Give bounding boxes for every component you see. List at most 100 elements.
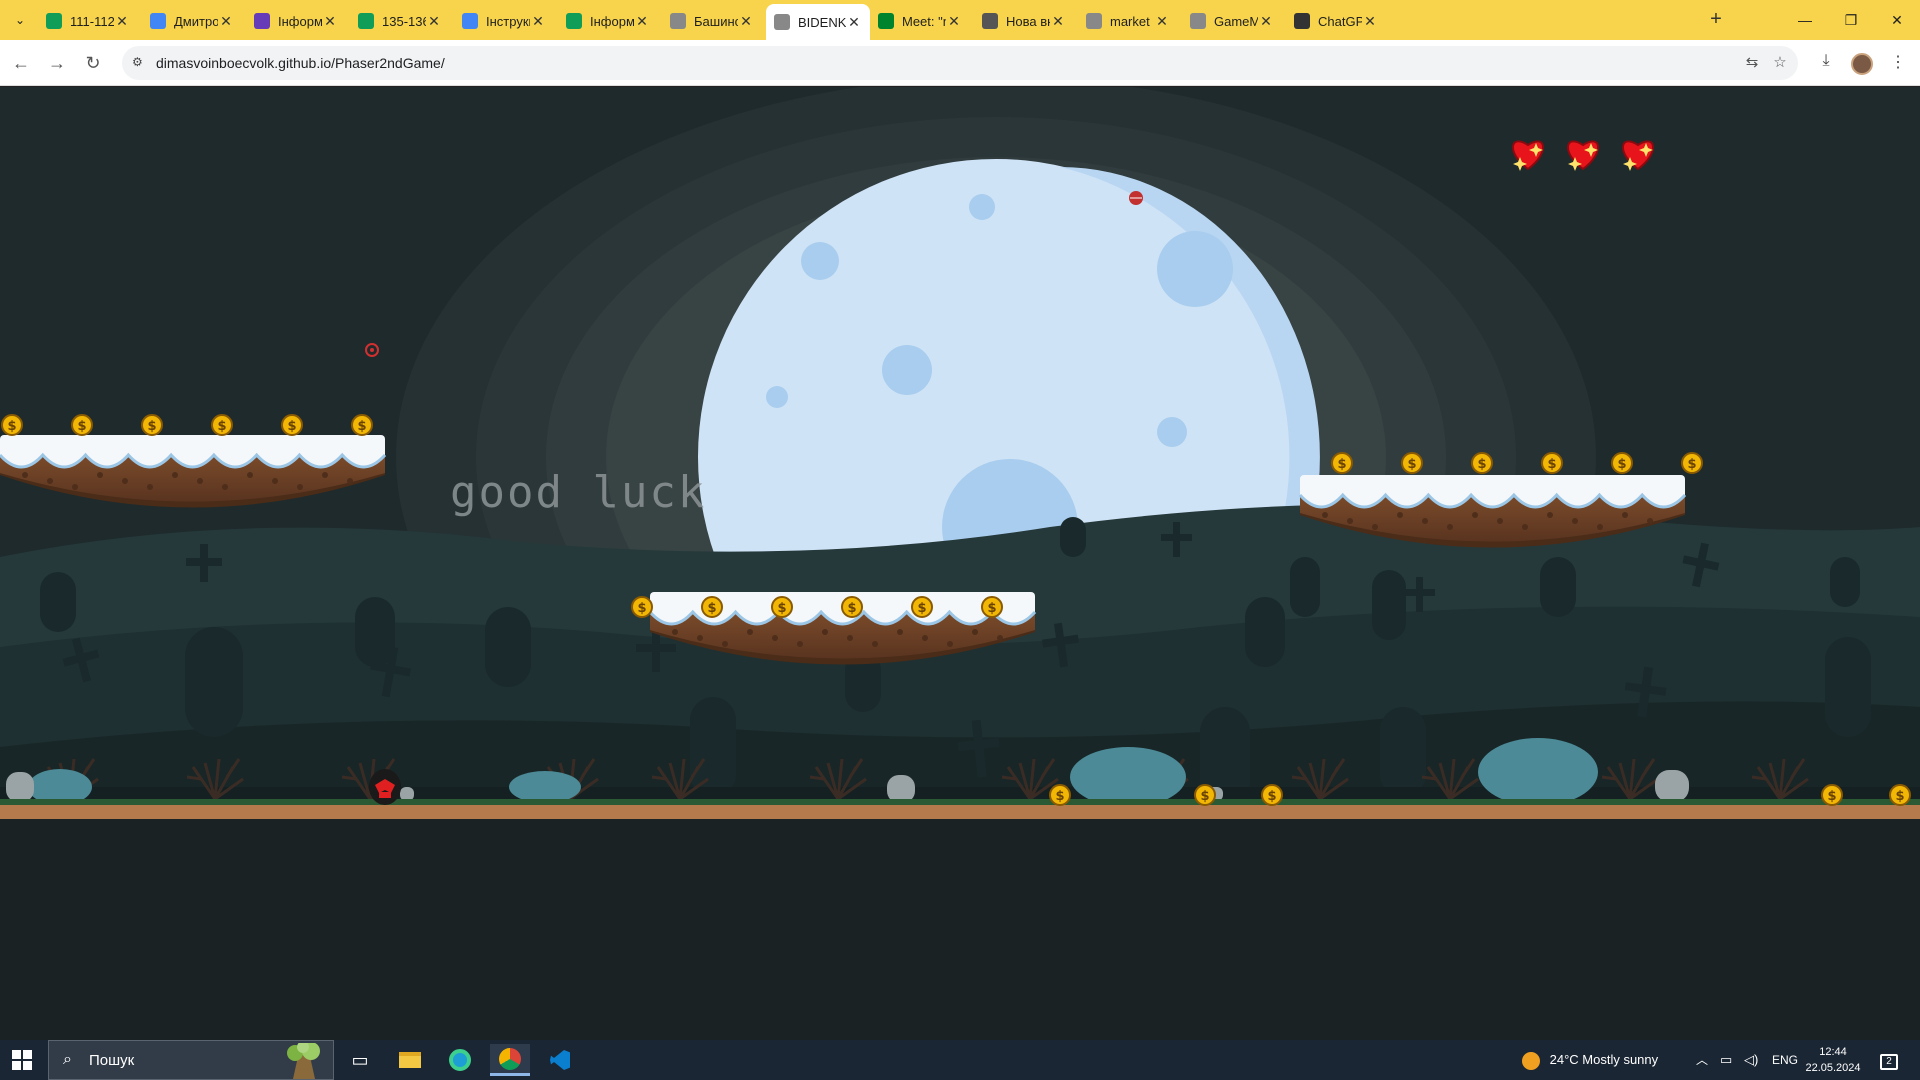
svg-text:$: $ xyxy=(637,601,646,616)
tab-title: Дмитро Бі xyxy=(174,13,218,29)
tab-close-icon[interactable]: ✕ xyxy=(114,13,130,30)
tab-close-icon[interactable]: ✕ xyxy=(634,13,650,30)
menu-kebab-icon[interactable]: ⋮ xyxy=(1887,52,1909,74)
svg-text:$: $ xyxy=(917,601,926,616)
tab-title: Інформац xyxy=(278,13,322,29)
tab-close-icon[interactable]: ✕ xyxy=(322,13,338,30)
volume-icon[interactable]: ◁) xyxy=(1744,1040,1758,1080)
globe-icon xyxy=(670,13,686,29)
search-placeholder: Пошук xyxy=(89,1052,135,1069)
chrome-icon xyxy=(982,13,998,29)
browser-tab[interactable]: Інструкці✕ xyxy=(454,6,554,36)
svg-text:$: $ xyxy=(357,419,366,434)
coin-icon: $ xyxy=(1,414,23,436)
browser-tab[interactable]: market ✕ xyxy=(1078,6,1178,36)
browser-tab[interactable]: GameMarl✕ xyxy=(1182,6,1282,36)
back-button[interactable]: ← xyxy=(8,50,34,76)
svg-text:$: $ xyxy=(1547,457,1556,472)
file-explorer-icon[interactable] xyxy=(390,1044,430,1076)
browser-tab[interactable]: Дмитро Бі✕ xyxy=(142,6,242,36)
browser-tab[interactable]: ChatGPT✕ xyxy=(1286,6,1386,36)
taskbar-search-box[interactable]: ⌕ Пошук xyxy=(48,1040,334,1080)
browser-toolbar: ← → ↻ ⚙ dimasvoinboecvolk.github.io/Phas… xyxy=(0,40,1920,86)
classroom-icon xyxy=(46,13,62,29)
tab-close-icon[interactable]: ✕ xyxy=(1362,13,1378,30)
coin-icon: $ xyxy=(631,596,653,618)
docs-icon xyxy=(462,13,478,29)
browser-tab[interactable]: Інформац✕ xyxy=(558,6,658,36)
language-indicator[interactable]: ENG xyxy=(1772,1040,1798,1080)
svg-text:$: $ xyxy=(1337,457,1346,472)
new-tab-button[interactable]: + xyxy=(1704,8,1728,32)
system-clock[interactable]: 12:44 22.05.2024 xyxy=(1800,1044,1866,1076)
heart-life-icon xyxy=(1567,140,1599,171)
svg-text:$: $ xyxy=(1407,457,1416,472)
translate-icon[interactable]: ⇆ xyxy=(1742,53,1762,73)
site-info-icon[interactable]: ⚙ xyxy=(132,55,148,71)
windows-taskbar: ⌕ Пошук ▭ 24°C Mostly sunny ︿ ▭ ◁) ENG 1… xyxy=(0,1040,1920,1080)
globe-icon xyxy=(1190,13,1206,29)
tab-close-icon[interactable]: ✕ xyxy=(738,13,754,30)
browser-tab[interactable]: Башинськ✕ xyxy=(662,6,762,36)
clock-time: 12:44 xyxy=(1819,1046,1847,1058)
svg-text:$: $ xyxy=(1477,457,1486,472)
downloads-icon[interactable]: ⤓ xyxy=(1815,52,1837,74)
reload-button[interactable]: ↻ xyxy=(80,50,106,76)
coin-icon: $ xyxy=(1681,452,1703,474)
svg-text:$: $ xyxy=(147,419,156,434)
show-hidden-icons-chevron-icon[interactable]: ︿ xyxy=(1696,1040,1708,1080)
forward-button[interactable]: → xyxy=(44,50,70,76)
browser-tab[interactable]: 111-112. C✕ xyxy=(38,6,138,36)
tab-close-icon[interactable]: ✕ xyxy=(1258,13,1274,30)
notifications-icon[interactable]: 2 xyxy=(1880,1040,1898,1080)
browser-tab[interactable]: Інформац✕ xyxy=(246,6,346,36)
close-window-button[interactable]: ✕ xyxy=(1882,8,1912,32)
tab-title: ChatGPT xyxy=(1318,13,1362,29)
coin-icon: $ xyxy=(1821,784,1843,806)
restore-button[interactable]: ❐ xyxy=(1836,8,1866,32)
minimize-button[interactable]: — xyxy=(1790,8,1820,32)
tab-close-icon[interactable]: ✕ xyxy=(530,13,546,30)
coin-icon: $ xyxy=(911,596,933,618)
tab-close-icon[interactable]: ✕ xyxy=(426,13,442,30)
docs-icon xyxy=(150,13,166,29)
svg-text:$: $ xyxy=(1200,789,1209,804)
url-text[interactable]: dimasvoinboecvolk.github.io/Phaser2ndGam… xyxy=(156,55,445,71)
weather-widget[interactable]: 24°C Mostly sunny xyxy=(1522,1040,1658,1080)
weather-text: 24°C Mostly sunny xyxy=(1549,1052,1659,1067)
player-character xyxy=(369,769,401,805)
profile-avatar[interactable] xyxy=(1851,53,1873,75)
good-luck-text: good luck xyxy=(450,467,707,518)
tab-close-icon[interactable]: ✕ xyxy=(946,13,962,30)
tab-close-icon[interactable]: ✕ xyxy=(1154,13,1170,30)
heart-life-icon xyxy=(1622,140,1654,171)
chrome-icon[interactable] xyxy=(490,1044,530,1076)
browser-tab[interactable]: Meet: "ntu✕ xyxy=(870,6,970,36)
browser-tab[interactable]: Нова вкла✕ xyxy=(974,6,1074,36)
game-canvas[interactable]: $ $ $ $ $ $ $ $ $ $ $ $ $ $ $ $ $ $ $ $ $ $ $ good luck xyxy=(0,87,1920,1041)
tab-title: Нова вкла xyxy=(1006,13,1050,29)
tab-close-icon[interactable]: ✕ xyxy=(218,13,234,30)
network-icon[interactable]: ▭ xyxy=(1720,1040,1732,1080)
coin-icon: $ xyxy=(841,596,863,618)
bookmark-star-icon[interactable]: ☆ xyxy=(1770,53,1790,73)
game-scene: $ $ $ $ $ $ $ $ $ $ $ $ $ $ $ $ $ $ $ $ $ $ $ xyxy=(0,87,1920,1041)
address-bar[interactable]: ⚙ dimasvoinboecvolk.github.io/Phaser2ndG… xyxy=(122,46,1798,80)
tab-close-icon[interactable]: ✕ xyxy=(1050,13,1066,30)
browser-tab[interactable]: BIDENKO I✕ xyxy=(766,4,870,40)
tab-title: Meet: "ntu xyxy=(902,13,946,29)
tab-close-icon[interactable]: ✕ xyxy=(846,14,862,31)
windows-start-button[interactable] xyxy=(12,1050,32,1070)
tab-title: Інформац xyxy=(590,13,634,29)
edge-icon[interactable] xyxy=(440,1044,480,1076)
browser-tab[interactable]: 135-136. C✕ xyxy=(350,6,450,36)
svg-text:$: $ xyxy=(1687,457,1696,472)
tab-search-chevron-icon[interactable]: ⌄ xyxy=(8,8,32,32)
coin-icon: $ xyxy=(211,414,233,436)
vscode-icon[interactable] xyxy=(540,1044,580,1076)
classroom-icon xyxy=(358,13,374,29)
coin-icon: $ xyxy=(1471,452,1493,474)
lives-hud xyxy=(1512,140,1654,171)
task-view-icon[interactable]: ▭ xyxy=(340,1044,380,1076)
forms-icon xyxy=(254,13,270,29)
